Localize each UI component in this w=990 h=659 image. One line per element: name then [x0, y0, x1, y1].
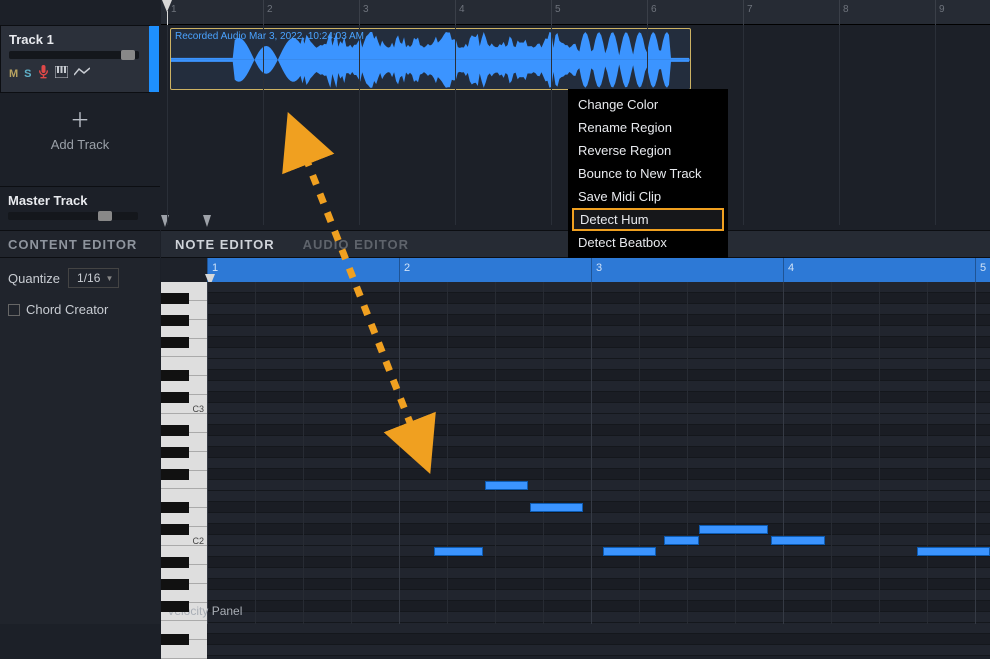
midi-note[interactable]	[485, 481, 527, 490]
midi-note[interactable]	[917, 547, 990, 556]
ctx-item-detect-hum[interactable]: Detect Hum	[572, 208, 724, 231]
add-track-button[interactable]: ＋ Add Track	[0, 93, 160, 163]
solo-button[interactable]: S	[24, 68, 31, 80]
pr-bar-5: 5	[975, 258, 986, 282]
ctx-item-bounce-to-new-track[interactable]: Bounce to New Track	[568, 162, 728, 185]
track-header[interactable]: Track 1 M S	[0, 25, 150, 93]
midi-note[interactable]	[530, 503, 584, 512]
master-track-header[interactable]: Master Track	[0, 186, 160, 226]
ctx-item-detect-beatbox[interactable]: Detect Beatbox	[568, 231, 728, 254]
plus-icon: ＋	[70, 104, 90, 133]
timeline-bar-9: 9	[935, 0, 945, 25]
track-color-accent	[149, 26, 159, 92]
piano-keys[interactable]: C3C2	[161, 282, 207, 624]
timeline-ruler[interactable]: 123456789	[161, 0, 990, 25]
slider-thumb[interactable]	[98, 211, 112, 221]
pr-bar-2: 2	[399, 258, 410, 282]
timeline-bar-7: 7	[743, 0, 753, 25]
piano-roll[interactable]: 12345 C3C2 Velocity Panel	[161, 258, 990, 624]
track-volume-slider[interactable]	[9, 51, 139, 59]
timeline-bar-5: 5	[551, 0, 561, 25]
midi-note[interactable]	[771, 536, 825, 545]
midi-note[interactable]	[699, 525, 768, 534]
timeline-bar-3: 3	[359, 0, 369, 25]
tab-note-editor[interactable]: NOTE EDITOR	[161, 231, 289, 257]
timeline-bar-6: 6	[647, 0, 657, 25]
track-name[interactable]: Track 1	[9, 32, 141, 47]
mute-button[interactable]: M	[9, 68, 18, 80]
audio-region[interactable]: Recorded Audio Mar 3, 2022, 10:24:03 AM	[170, 28, 691, 90]
editor-sidebar: Quantize 1/16 Chord Creator	[0, 258, 160, 624]
timeline-bar-2: 2	[263, 0, 273, 25]
region-context-menu[interactable]: Change ColorRename RegionReverse RegionB…	[568, 89, 728, 258]
chord-creator-label: Chord Creator	[26, 302, 108, 317]
midi-note[interactable]	[664, 536, 699, 545]
master-track-label: Master Track	[8, 193, 152, 208]
checkbox-icon	[8, 304, 20, 316]
timeline-bar-8: 8	[839, 0, 849, 25]
midi-note[interactable]	[434, 547, 484, 556]
piano-roll-ruler[interactable]: 12345	[207, 258, 990, 282]
pr-bar-3: 3	[591, 258, 602, 282]
note-grid[interactable]	[207, 282, 990, 624]
ctx-item-save-midi-clip[interactable]: Save Midi Clip	[568, 185, 728, 208]
midi-icon[interactable]	[55, 66, 68, 81]
ctx-item-reverse-region[interactable]: Reverse Region	[568, 139, 728, 162]
tab-audio-editor[interactable]: AUDIO EDITOR	[289, 231, 423, 257]
ctx-item-change-color[interactable]: Change Color	[568, 93, 728, 116]
chord-creator-toggle[interactable]: Chord Creator	[8, 302, 152, 317]
content-editor-heading: CONTENT EDITOR	[0, 230, 160, 258]
region-label: Recorded Audio Mar 3, 2022, 10:24:03 AM	[171, 29, 690, 44]
quantize-select[interactable]: 1/16	[68, 268, 119, 288]
automation-icon[interactable]	[74, 67, 90, 80]
ctx-item-rename-region[interactable]: Rename Region	[568, 116, 728, 139]
mic-icon[interactable]	[38, 65, 49, 82]
pr-bar-4: 4	[783, 258, 794, 282]
midi-note[interactable]	[603, 547, 657, 556]
selection-handle[interactable]	[203, 215, 211, 227]
add-track-label: Add Track	[51, 137, 110, 152]
timeline-bar-4: 4	[455, 0, 465, 25]
master-volume-slider[interactable]	[8, 212, 138, 220]
quantize-label: Quantize	[8, 271, 60, 286]
slider-thumb[interactable]	[121, 50, 135, 60]
